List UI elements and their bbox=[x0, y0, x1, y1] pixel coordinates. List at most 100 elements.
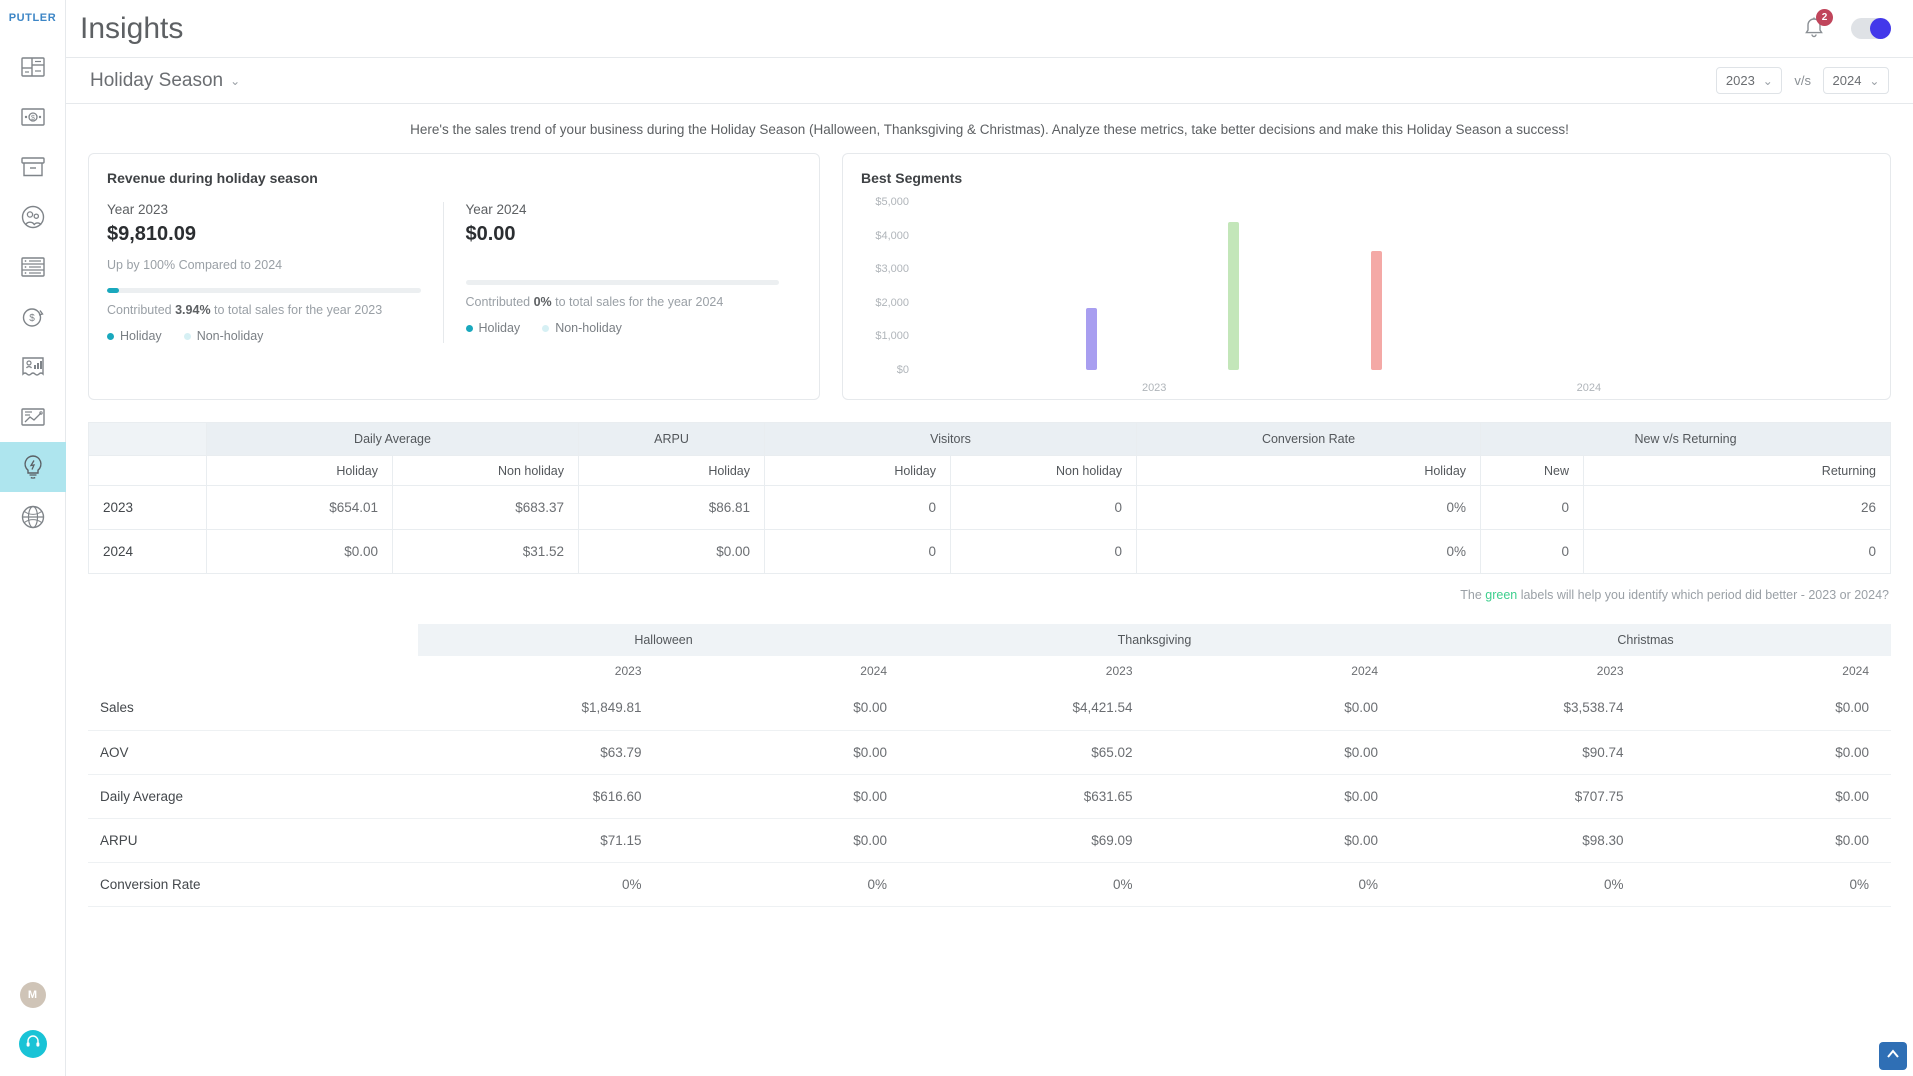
table2-cell: $631.65 bbox=[909, 774, 1155, 819]
table2-sub-header: 2024 bbox=[1842, 664, 1869, 678]
chart-y-tick: $4,000 bbox=[875, 229, 909, 242]
table1-cell: 0 bbox=[1583, 529, 1891, 574]
table1-cell: 0 bbox=[949, 485, 1138, 530]
chat-launcher-button[interactable] bbox=[1879, 1042, 1907, 1070]
table1-group-blank bbox=[88, 422, 207, 456]
revenue-legend-2024: Holiday Non-holiday bbox=[465, 321, 780, 335]
table1-sub-header: Non holiday bbox=[392, 455, 579, 486]
legend-dot-holiday-icon bbox=[465, 324, 473, 332]
legend-nonholiday: Non-holiday bbox=[183, 329, 263, 343]
table1-cell: $654.01 bbox=[206, 485, 393, 530]
dashboard-icon bbox=[20, 57, 45, 77]
table1-sub-header: Holiday bbox=[1136, 455, 1482, 486]
table1-sub-header: Holiday bbox=[206, 455, 393, 486]
revenue-amount: $0.00 bbox=[465, 223, 516, 245]
table1-sub-header: New bbox=[1480, 455, 1585, 486]
sidebar-item-reports[interactable] bbox=[0, 392, 66, 442]
table2-cell: $707.75 bbox=[1400, 774, 1646, 819]
legend-holiday: Holiday bbox=[107, 329, 162, 343]
chart-bar[interactable] bbox=[1228, 221, 1240, 370]
chart-y-tick: $5,000 bbox=[875, 196, 909, 208]
table1-sub-header: Holiday bbox=[578, 455, 765, 486]
table1-group-header: Conversion Rate bbox=[1136, 422, 1482, 456]
sidebar-item-products[interactable] bbox=[0, 142, 66, 192]
notification-badge: 2 bbox=[1816, 8, 1833, 26]
note-pre: The bbox=[1460, 588, 1486, 602]
sidebar-item-web-analytics[interactable] bbox=[0, 492, 66, 542]
table2-group-header: Thanksgiving bbox=[909, 624, 1400, 656]
products-box-icon bbox=[20, 157, 45, 177]
table2-cell: 0% bbox=[1400, 862, 1646, 907]
legend-holiday: Holiday bbox=[465, 321, 521, 335]
content-scroll: Here's the sales trend of your business … bbox=[66, 104, 1913, 1076]
table2-row-label: Daily Average bbox=[88, 774, 418, 819]
contrib-value: 0% bbox=[533, 295, 552, 309]
sidebar-item-dashboard[interactable] bbox=[0, 42, 66, 92]
chart-x-tick: 2023 bbox=[1141, 382, 1167, 394]
revenue-year-label: Year 2024 bbox=[465, 202, 527, 217]
table2-row-label: ARPU bbox=[88, 818, 418, 863]
table2-cell: $71.15 bbox=[418, 818, 664, 863]
chart-y-tick: $1,000 bbox=[875, 330, 909, 343]
sidebar-item-insights[interactable] bbox=[0, 442, 66, 492]
sub-bar: Holiday Season ⌄ 2023 ⌄ v/s 2024 ⌄ bbox=[66, 58, 1913, 104]
revenue-amount: $9,810.09 bbox=[107, 223, 196, 245]
table2-group-blank bbox=[88, 624, 418, 656]
chart-bar[interactable] bbox=[1370, 251, 1382, 370]
transactions-list-icon bbox=[20, 257, 45, 277]
mode-toggle[interactable] bbox=[1851, 18, 1891, 39]
table1-sub-header bbox=[88, 455, 207, 486]
notifications-button[interactable]: 2 bbox=[1803, 8, 1833, 42]
sidebar-item-audience[interactable] bbox=[0, 192, 66, 242]
metrics-comparison-table: Daily Average ARPU Visitors Conversion Rate… bbox=[88, 422, 1891, 574]
table1-cell: 0% bbox=[1136, 485, 1482, 530]
note-post: labels will help you identify which peri… bbox=[1517, 588, 1889, 602]
intro-text: Here's the sales trend of your business … bbox=[410, 122, 1569, 137]
table2-cell: 0% bbox=[418, 862, 664, 907]
table2-cell: $0.00 bbox=[1645, 686, 1891, 731]
revenue-year-label: Year 2023 bbox=[107, 202, 169, 217]
top-bar: Insights 2 bbox=[66, 0, 1913, 58]
table2-sub-header: 2023 bbox=[1596, 664, 1624, 678]
table2-sub-header bbox=[88, 656, 418, 686]
chart-bar[interactable] bbox=[1085, 307, 1097, 370]
table2-cell: $0.00 bbox=[663, 774, 909, 819]
svg-text:$: $ bbox=[29, 313, 35, 324]
sidebar-item-customers[interactable] bbox=[0, 342, 66, 392]
revenue-col-2023: Year 2023 $9,810.09 Up by 100% Compared … bbox=[107, 202, 443, 343]
best-segments-chart: $0 $1,000 $2,000 $3,000 $4,000 $5,000 2023 202… bbox=[861, 196, 1872, 398]
sidebar-item-subscriptions[interactable]: $ bbox=[0, 292, 66, 342]
year-select-left[interactable]: 2023 ⌄ bbox=[1716, 67, 1783, 94]
best-segments-card: Best Segments $0 $1,000 $2,000 $3,000 $4,000… bbox=[842, 153, 1891, 400]
chart-y-tick: $3,000 bbox=[875, 263, 909, 276]
table1-cell: 0 bbox=[764, 529, 951, 574]
avatar[interactable]: M bbox=[19, 982, 46, 1008]
support-button[interactable] bbox=[18, 1030, 47, 1058]
table2-cell: $0.00 bbox=[1645, 730, 1891, 775]
year-select-right[interactable]: 2024 ⌄ bbox=[1823, 67, 1889, 94]
table2-row-label: Conversion Rate bbox=[88, 862, 418, 907]
brand-logo[interactable]: PUTLER bbox=[9, 12, 57, 24]
sidebar-item-transactions[interactable] bbox=[0, 242, 66, 292]
legend-holiday-label: Holiday bbox=[478, 321, 521, 335]
table-row: 2024 $0.00 $31.52 $0.00 0 0 0% 0 0 bbox=[88, 529, 1891, 574]
revenue-columns: Year 2023 $9,810.09 Up by 100% Compared … bbox=[107, 202, 801, 343]
chevron-down-icon: ⌄ bbox=[1869, 73, 1880, 88]
web-analytics-globe-icon bbox=[21, 505, 45, 529]
season-selector[interactable]: Holiday Season ⌄ bbox=[90, 70, 240, 92]
table-row: Sales $1,849.81 $0.00 $4,421.54 $0.00 $3,538.… bbox=[88, 686, 1891, 731]
table1-row-label: 2024 bbox=[88, 529, 207, 574]
table2-cell: $616.60 bbox=[418, 774, 664, 819]
table-row: Conversion Rate 0% 0% 0% 0% 0% 0% bbox=[88, 862, 1891, 907]
table1-group-header: New v/s Returning bbox=[1480, 422, 1891, 456]
table2-row-label: AOV bbox=[88, 730, 418, 775]
revenue-legend-2023: Holiday Non-holiday bbox=[107, 329, 421, 343]
sidebar-item-sales[interactable]: $ bbox=[0, 92, 66, 142]
table1-cell: 26 bbox=[1583, 485, 1891, 530]
best-segments-title: Best Segments bbox=[861, 170, 963, 186]
chevron-down-icon: ⌄ bbox=[230, 73, 241, 88]
table1-row-label: 2023 bbox=[88, 485, 207, 530]
table1-cell: $31.52 bbox=[392, 529, 579, 574]
year-left-value: 2023 bbox=[1725, 73, 1755, 88]
table-row: AOV $63.79 $0.00 $65.02 $0.00 $90.74 $0.00 bbox=[88, 730, 1891, 775]
